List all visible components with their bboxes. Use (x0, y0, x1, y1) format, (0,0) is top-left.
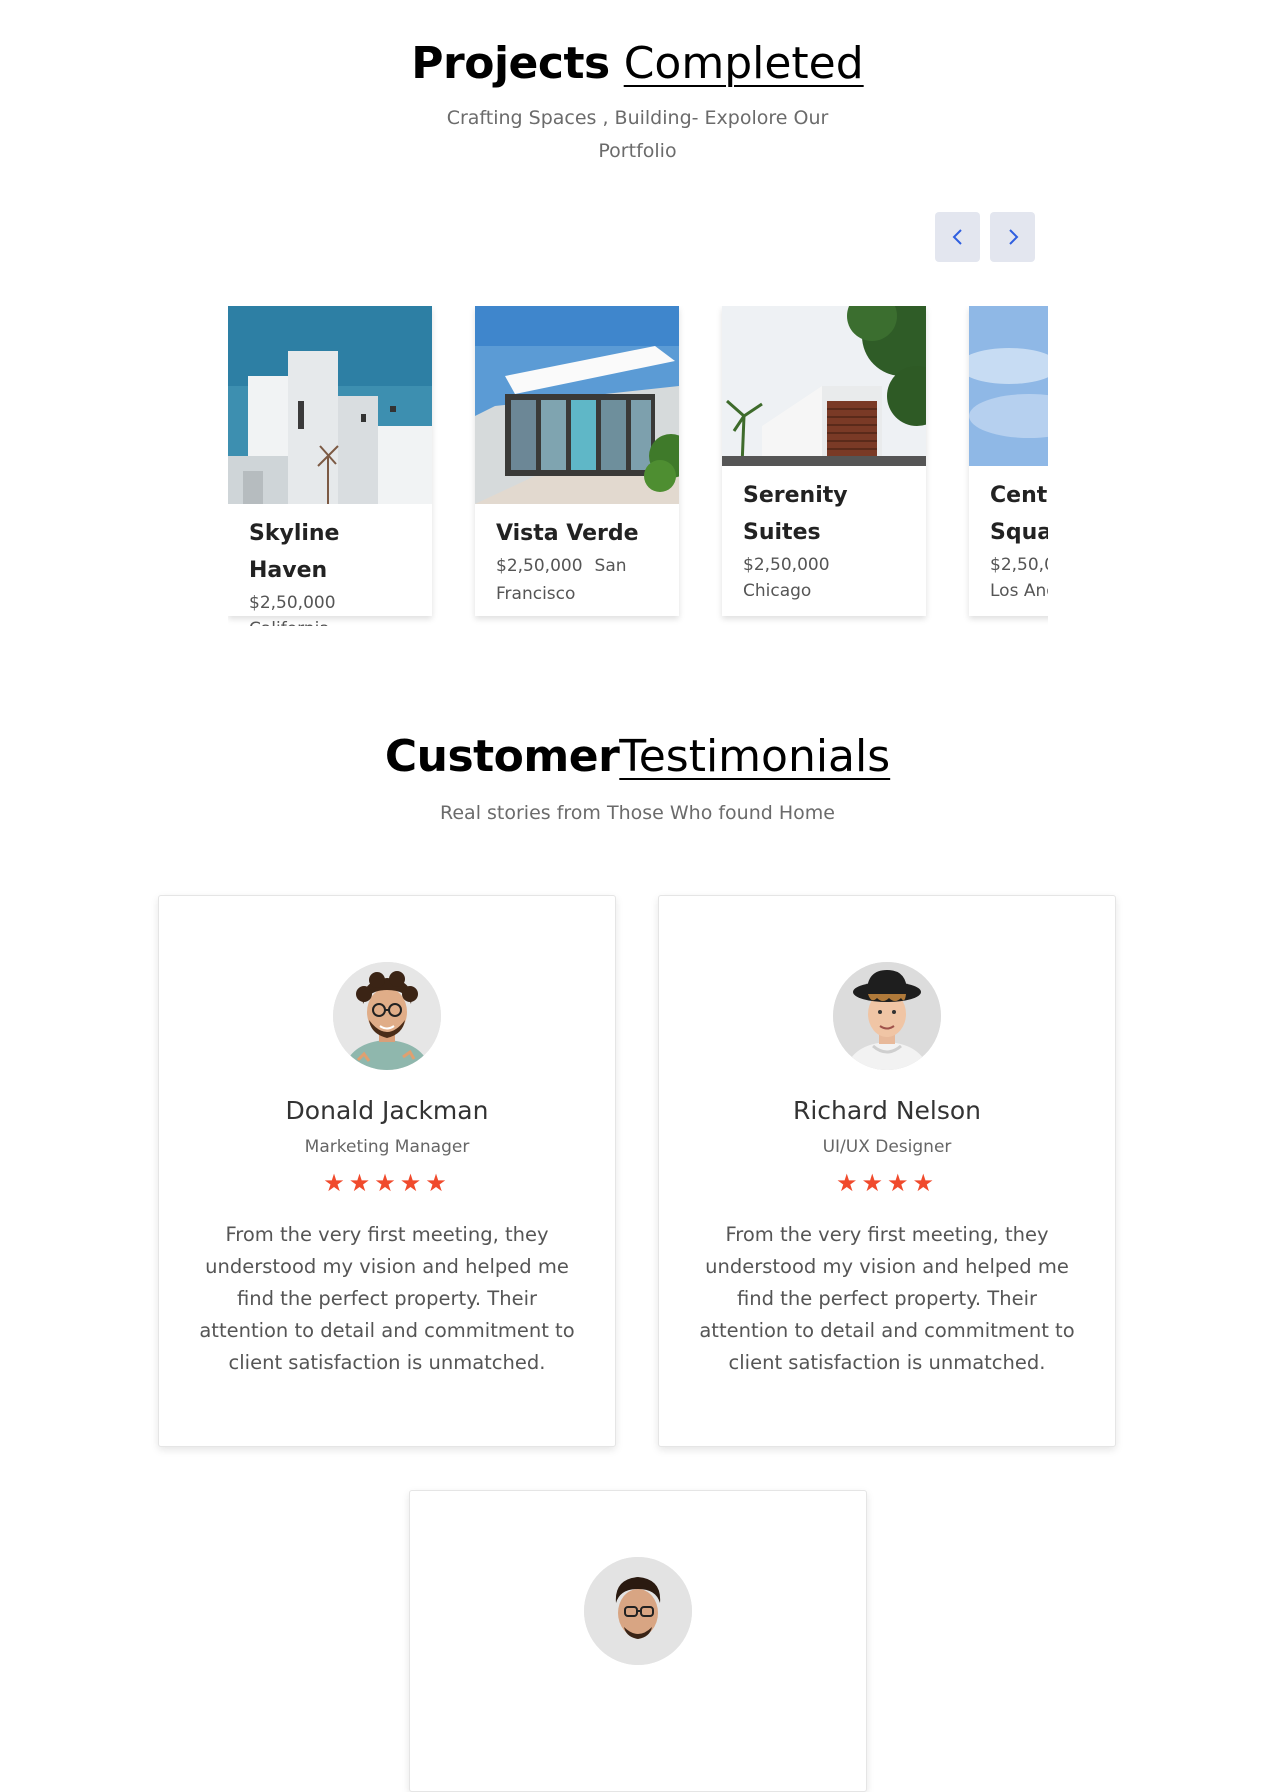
testimonial-quote: From the very first meeting, they unders… (699, 1223, 1075, 1374)
carousel-next-button[interactable] (990, 212, 1035, 262)
chevron-right-icon (1008, 229, 1018, 245)
projects-subtitle: Crafting Spaces , Building- Expolore Our… (0, 102, 1275, 168)
projects-carousel[interactable]: Skyline Haven $2,50,000 California (228, 306, 1048, 626)
project-name: Skyline Haven (249, 521, 340, 583)
project-location: Chicago (743, 581, 812, 601)
project-name-line2: Suites (743, 520, 821, 545)
projects-title: Projects Completed (0, 38, 1275, 89)
project-info: Skyline Haven $2,50,000 California (249, 515, 424, 626)
testimonials-title-light: Testimonials (619, 731, 891, 782)
project-card[interactable]: Skyline Haven $2,50,000 California (228, 306, 432, 626)
testimonial-role: Marketing Manager (304, 1137, 470, 1157)
star-rating: ★★★★★ (323, 1169, 451, 1197)
testimonial-name: Richard Nelson (792, 1096, 982, 1125)
avatar (833, 962, 941, 1070)
project-info: Central Square $2,50,000 Los Angeles (990, 477, 1048, 605)
project-image (969, 306, 1048, 466)
testimonials-title: CustomerTestimonials (0, 731, 1275, 782)
project-location: Los Angeles (990, 581, 1048, 601)
project-card[interactable]: Central Square $2,50,000 Los Angeles (969, 306, 1048, 616)
testimonial-name: Donald Jackman (285, 1096, 489, 1125)
testimonial-card (409, 1490, 867, 1792)
project-name-line2: Square (990, 520, 1048, 545)
projects-subtitle-line2: Portfolio (598, 140, 677, 162)
testimonial-role: UI/UX Designer (822, 1137, 952, 1157)
carousel-prev-button[interactable] (935, 212, 980, 262)
project-card[interactable]: Serenity Suites $2,50,000 Chicago (722, 306, 926, 616)
project-name-line1: Central (990, 483, 1048, 508)
project-price: $2,50,000 (743, 555, 830, 575)
testimonials-subtitle: Real stories from Those Who found Home (440, 802, 835, 824)
project-price: $2,50,000 (990, 555, 1048, 575)
project-name: Vista Verde (496, 521, 639, 546)
projects-title-light: Completed (623, 38, 864, 89)
project-image (722, 306, 926, 466)
project-price: $2,50,000 (249, 593, 336, 613)
avatar (584, 1557, 692, 1665)
project-price: $2,50,000 (496, 556, 583, 576)
testimonial-card: Donald Jackman Marketing Manager ★★★★★ F… (158, 895, 616, 1447)
projects-title-bold: Projects (411, 38, 610, 89)
project-name-line1: Serenity (743, 483, 848, 508)
project-info: Vista Verde $2,50,000 San Francisco (496, 515, 671, 608)
project-image (475, 306, 679, 504)
star-rating: ★★★★ (835, 1169, 939, 1197)
project-price-location: $2,50,000 San Francisco (496, 552, 671, 608)
testimonial-card: Richard Nelson UI/UX Designer ★★★★ From … (658, 895, 1116, 1447)
projects-subtitle-line1: Crafting Spaces , Building- Expolore Our (446, 107, 829, 129)
testimonials-title-bold: Customer (384, 731, 620, 782)
avatar (333, 962, 441, 1070)
testimonial-quote: From the very first meeting, they unders… (199, 1223, 575, 1374)
project-info: Serenity Suites $2,50,000 Chicago (743, 477, 918, 605)
project-location: California (249, 615, 424, 626)
chevron-left-icon (952, 229, 962, 245)
project-image (228, 306, 432, 504)
project-card[interactable]: Vista Verde $2,50,000 San Francisco (475, 306, 679, 616)
